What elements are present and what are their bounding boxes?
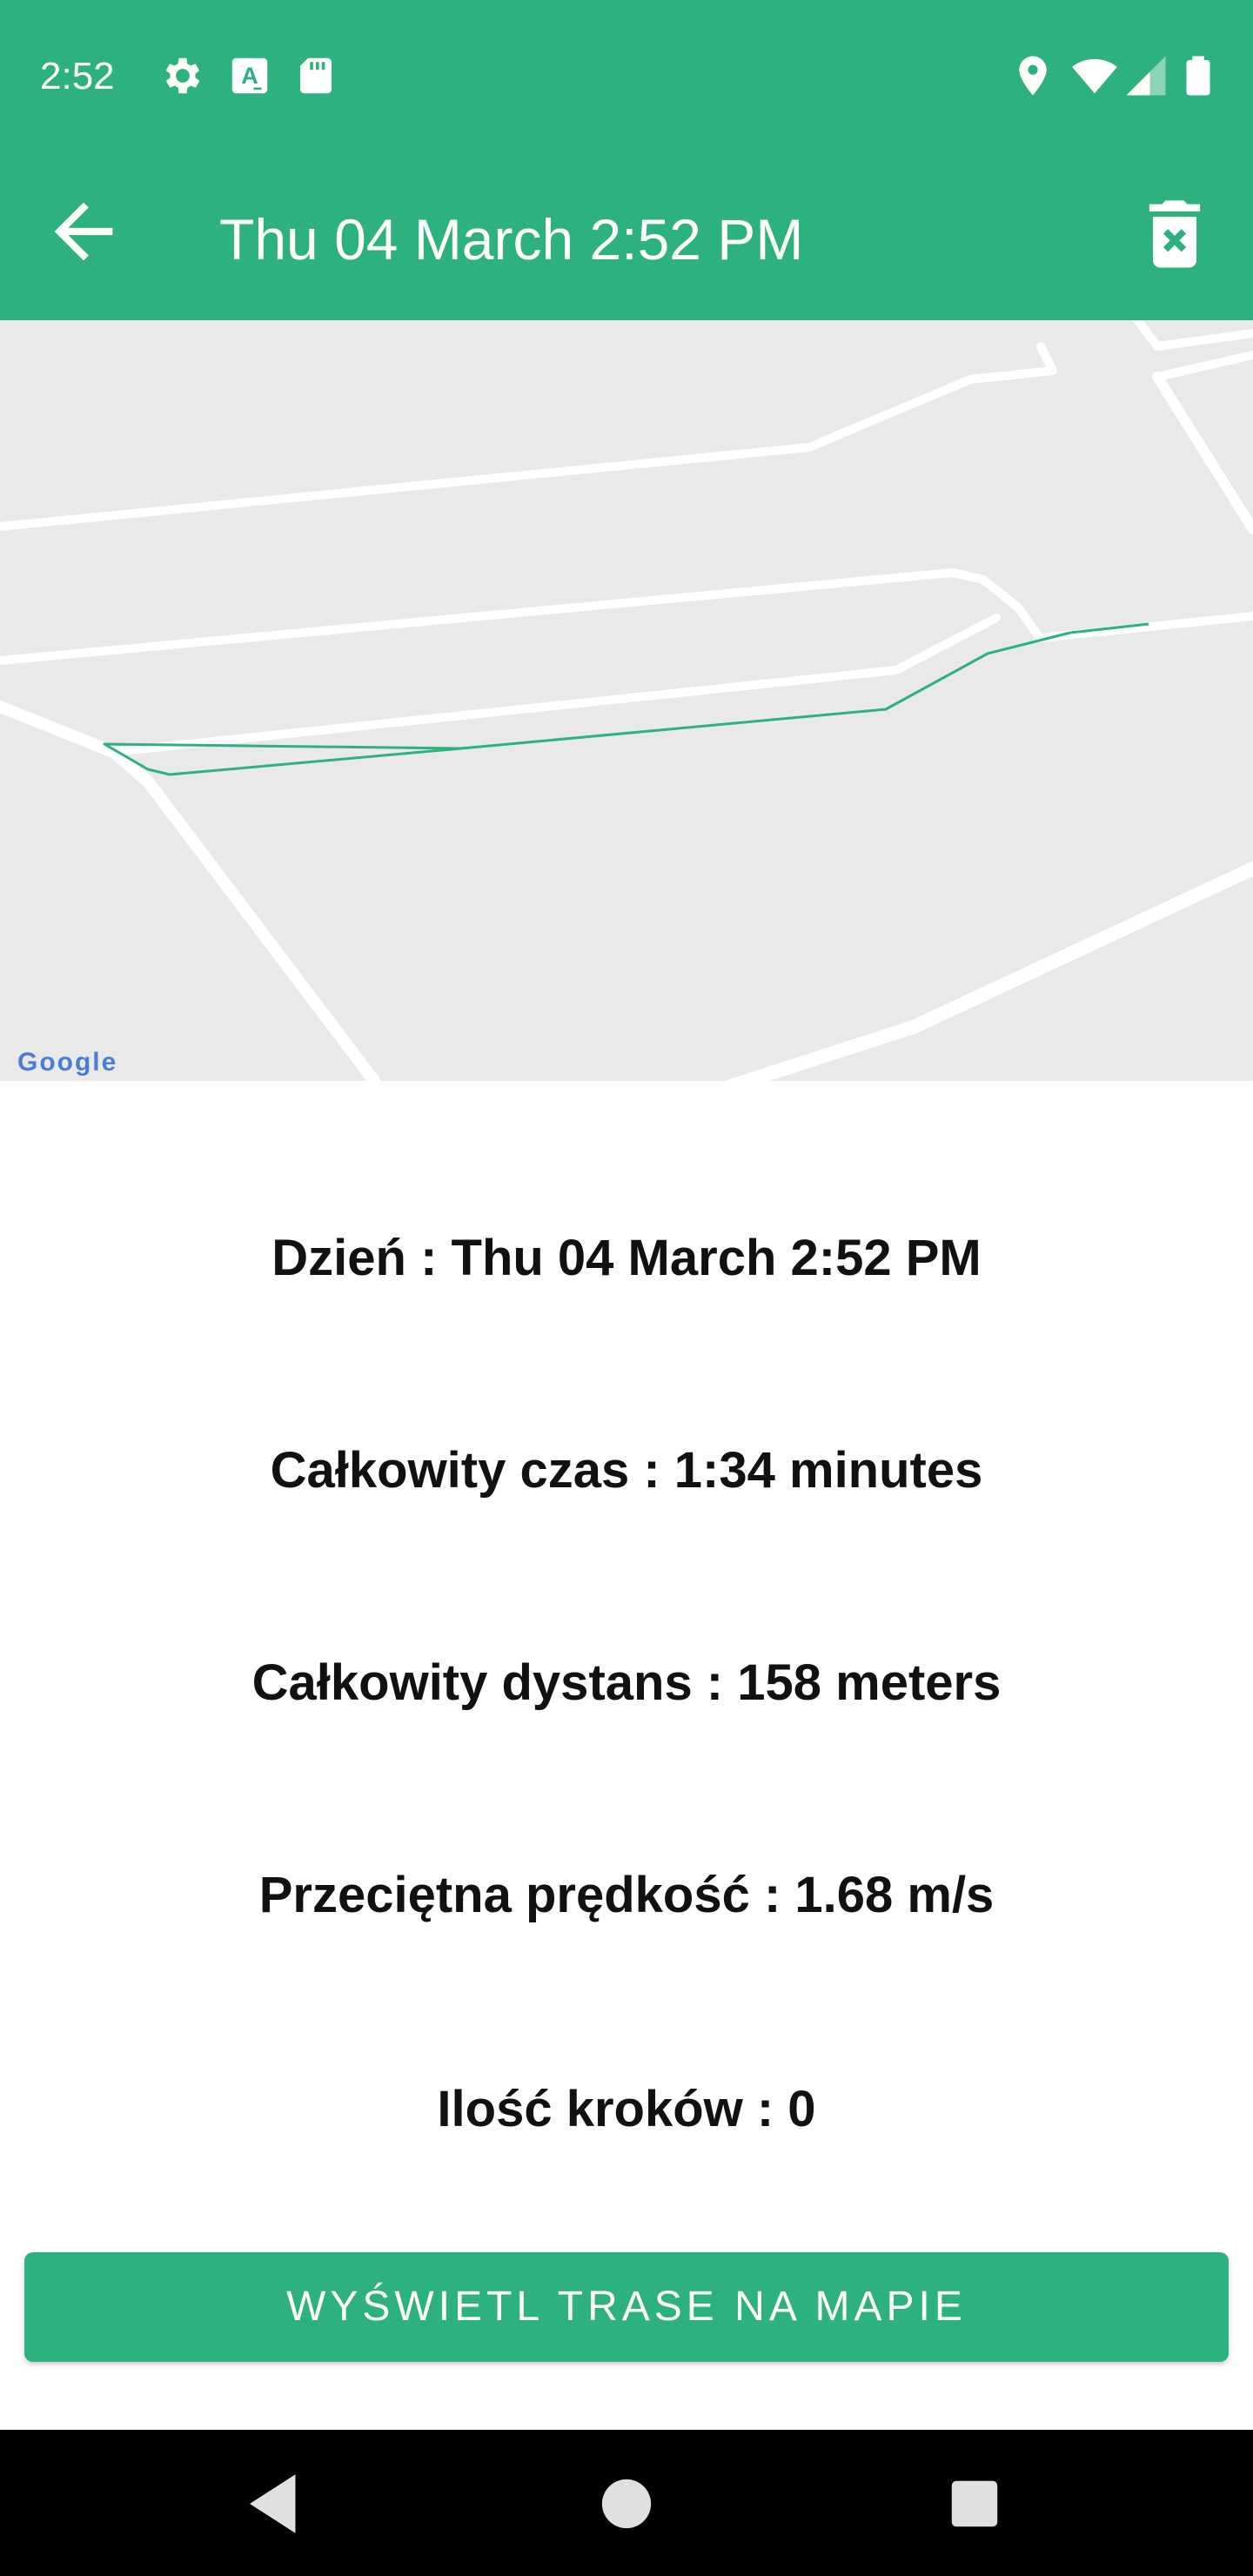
nav-back-icon[interactable]: [237, 2465, 315, 2543]
svg-text:A: A: [241, 63, 258, 89]
location-icon: [1019, 56, 1047, 96]
keyboard-a-icon: A: [231, 57, 268, 94]
status-bar: 2:52 A: [0, 0, 1253, 153]
show-route-button[interactable]: WYŚWIETL TRASE NA MAPIE: [24, 2252, 1229, 2362]
map-road: [1153, 351, 1253, 381]
signal-icon: [1126, 56, 1166, 96]
nav-recents-icon[interactable]: [935, 2465, 1014, 2543]
gear-icon: [165, 57, 200, 94]
wifi-icon: [1072, 58, 1117, 94]
map-road: [0, 700, 380, 1081]
route-map[interactable]: Google: [0, 320, 1253, 1081]
map-road: [1035, 612, 1253, 642]
map-road: [1152, 372, 1253, 534]
map-road: [0, 568, 1044, 666]
map-road: [726, 862, 1253, 1081]
battery-icon: [1186, 56, 1210, 96]
trash-icon[interactable]: [1131, 191, 1218, 278]
google-logo: Google: [17, 1050, 117, 1076]
info-day: Dzień : Thu 04 March 2:52 PM: [271, 1230, 982, 1286]
google-logo-text: Google: [17, 1048, 118, 1077]
app-bar: Thu 04 March 2:52 PM: [0, 153, 1253, 320]
nav-home-icon[interactable]: [587, 2465, 666, 2543]
page-title: Thu 04 March 2:52 PM: [219, 207, 804, 272]
arrow-back-icon[interactable]: [40, 188, 127, 275]
status-time: 2:52: [40, 55, 115, 97]
info-total-time: Całkowity czas : 1:34 minutes: [270, 1442, 983, 1499]
info-steps: Ilość kroków : 0: [437, 2081, 816, 2137]
info-average-speed: Przeciętna prędkość : 1.68 m/s: [258, 1867, 995, 1923]
navigation-bar: [0, 2430, 1253, 2576]
map-road: [0, 342, 1057, 532]
info-total-distance: Całkowity dystans : 158 meters: [251, 1654, 1002, 1711]
map-canvas: [0, 320, 1253, 1081]
map-road: [1132, 320, 1253, 351]
sd-card-icon: [300, 57, 332, 94]
screen: 2:52 A Thu 04 March 2:52 PM Google Dzień…: [0, 0, 1253, 2576]
